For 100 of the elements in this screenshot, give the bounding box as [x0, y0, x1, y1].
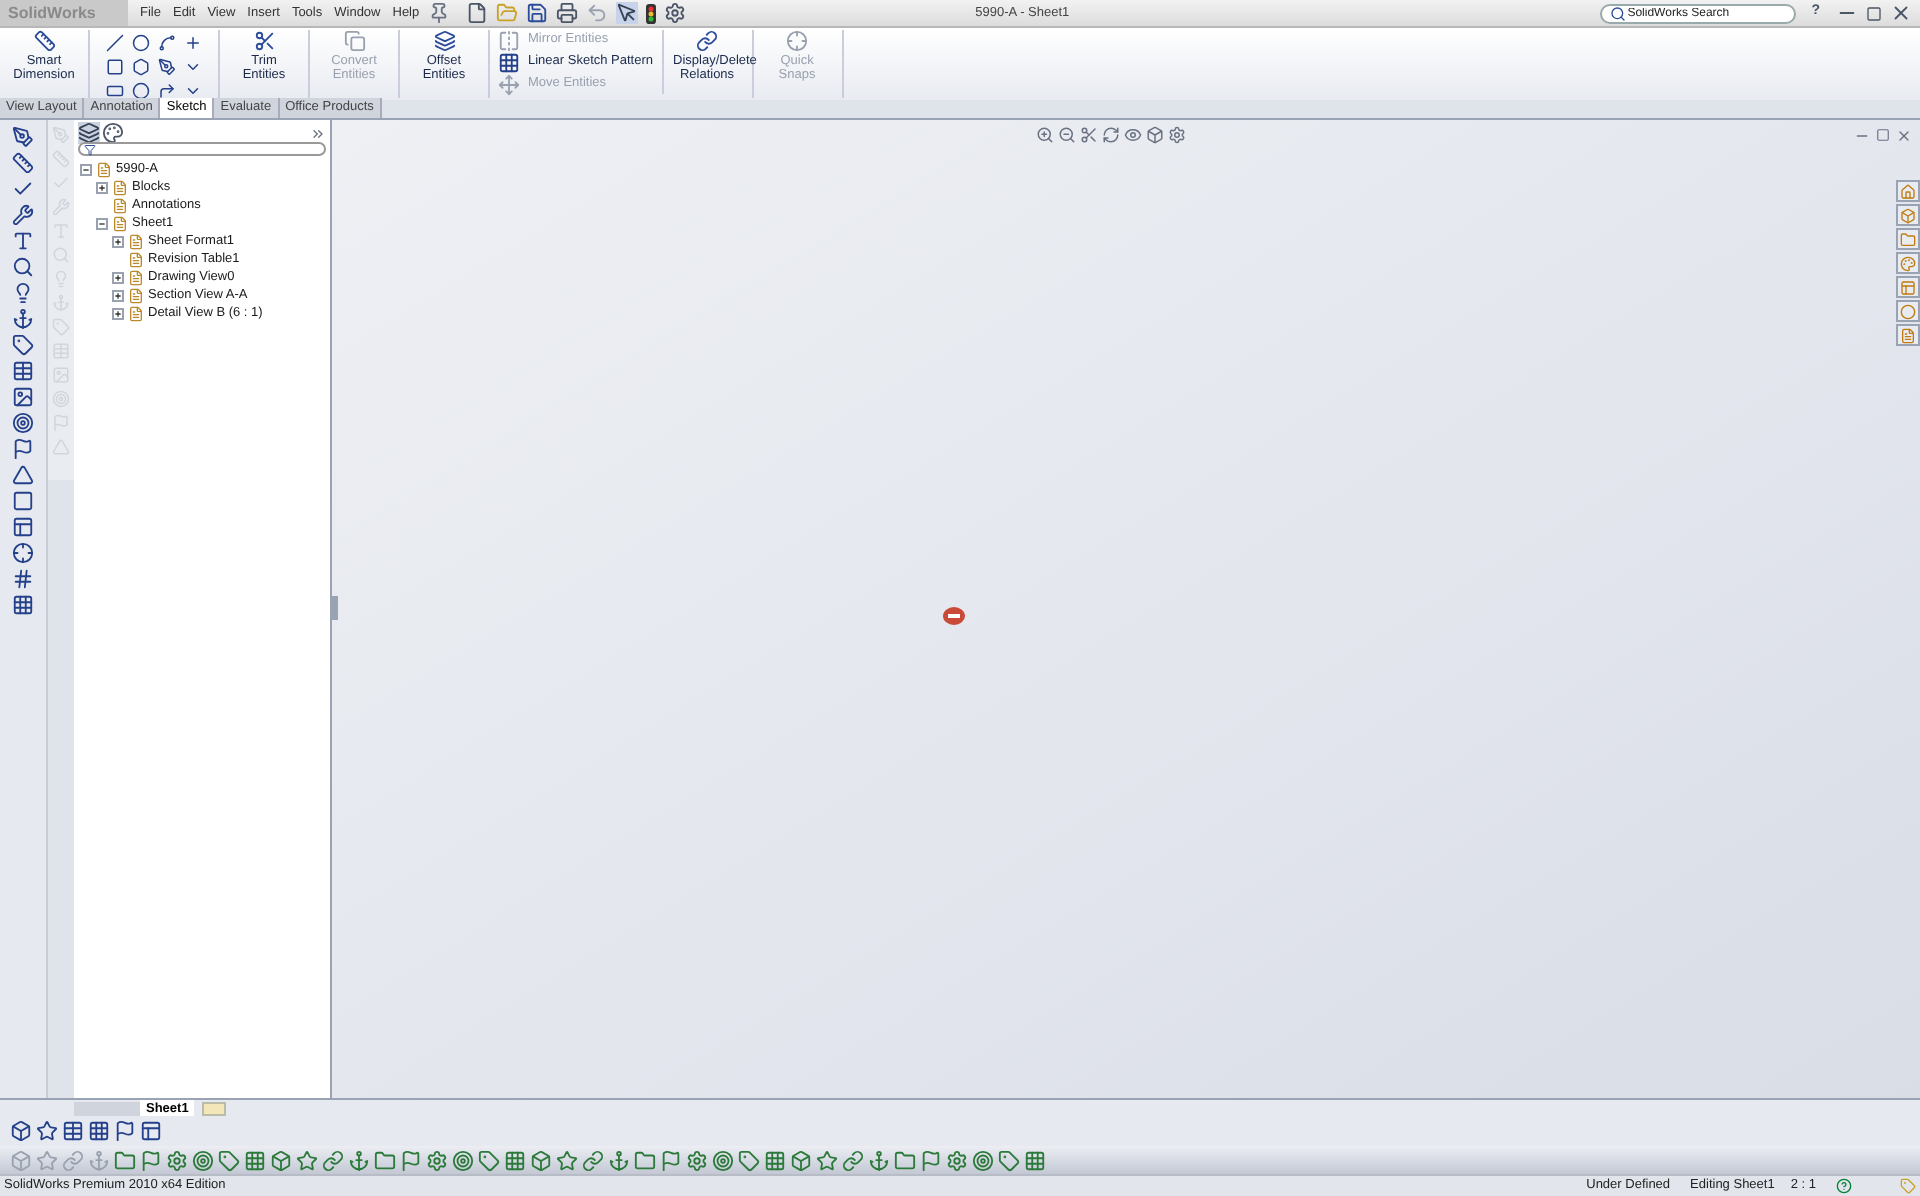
collapse-toggle[interactable]: [95, 217, 107, 229]
cube-icon[interactable]: [530, 1149, 552, 1171]
flag-icon[interactable]: [920, 1149, 942, 1171]
slot-icon[interactable]: [106, 82, 124, 100]
point-icon[interactable]: [184, 34, 202, 52]
expand-panel-icon[interactable]: [310, 125, 326, 141]
magnifier-icon[interactable]: [12, 256, 34, 278]
target-icon[interactable]: [192, 1149, 214, 1171]
cube-icon[interactable]: [10, 1120, 32, 1142]
flag-icon[interactable]: [400, 1149, 422, 1171]
target-icon[interactable]: [452, 1149, 474, 1171]
flag-icon[interactable]: [140, 1149, 162, 1171]
tag-icon[interactable]: [478, 1149, 500, 1171]
grid-icon[interactable]: [1024, 1149, 1046, 1171]
zoom-out-icon[interactable]: [1058, 126, 1076, 144]
task-pane-tab[interactable]: [1896, 180, 1920, 202]
table-icon[interactable]: [12, 360, 34, 382]
cube-icon[interactable]: [1146, 126, 1164, 144]
gear-icon[interactable]: [686, 1149, 708, 1171]
star-icon[interactable]: [816, 1149, 838, 1171]
flag-icon[interactable]: [12, 438, 34, 460]
expand-toggle[interactable]: [111, 289, 123, 301]
anchor-icon[interactable]: [868, 1149, 890, 1171]
gear-icon[interactable]: [663, 2, 686, 24]
tag-icon[interactable]: [738, 1149, 760, 1171]
collapse-toggle[interactable]: [79, 163, 91, 175]
grid-icon[interactable]: [504, 1149, 526, 1171]
polygon-icon[interactable]: [132, 58, 150, 76]
scissors-icon[interactable]: [1080, 126, 1098, 144]
target-icon[interactable]: [712, 1149, 734, 1171]
close-icon[interactable]: [1896, 128, 1912, 144]
task-pane-tab[interactable]: [1896, 228, 1920, 250]
circle-icon[interactable]: [132, 82, 150, 100]
tag-icon[interactable]: [218, 1149, 240, 1171]
cube-icon[interactable]: [790, 1149, 812, 1171]
grid-icon[interactable]: [88, 1120, 110, 1142]
pointer-icon[interactable]: [615, 2, 638, 24]
tag-icon[interactable]: [998, 1149, 1020, 1171]
folder-icon[interactable]: [114, 1149, 136, 1171]
gear-icon[interactable]: [1168, 126, 1186, 144]
help-icon[interactable]: [1836, 1178, 1852, 1194]
undo-icon[interactable]: [585, 2, 608, 24]
link-icon[interactable]: [582, 1149, 604, 1171]
ruler-icon[interactable]: [12, 152, 34, 174]
layout-icon[interactable]: [140, 1120, 162, 1142]
star-icon[interactable]: [36, 1149, 58, 1171]
rectangle-icon[interactable]: [106, 58, 124, 76]
file-icon[interactable]: [465, 2, 488, 24]
traffic-light-icon[interactable]: [645, 3, 656, 23]
text-icon[interactable]: [12, 230, 34, 252]
task-pane-tab[interactable]: [1896, 204, 1920, 226]
tree-tab-icon[interactable]: [78, 122, 100, 144]
pen-icon[interactable]: [158, 58, 176, 76]
grid-icon[interactable]: [244, 1149, 266, 1171]
image-icon[interactable]: [12, 386, 34, 408]
save-icon[interactable]: [525, 2, 548, 24]
task-pane-tab[interactable]: [1896, 252, 1920, 274]
anchor-icon[interactable]: [12, 308, 34, 330]
task-pane-tab[interactable]: [1896, 300, 1920, 322]
crosshair-icon[interactable]: [12, 542, 34, 564]
gear-icon[interactable]: [166, 1149, 188, 1171]
rotate-icon[interactable]: [1102, 126, 1120, 144]
grid-icon[interactable]: [764, 1149, 786, 1171]
link-icon[interactable]: [842, 1149, 864, 1171]
expand-toggle[interactable]: [111, 235, 123, 247]
restore-icon[interactable]: [1866, 5, 1882, 21]
zoom-in-icon[interactable]: [1036, 126, 1054, 144]
gear-icon[interactable]: [946, 1149, 968, 1171]
task-pane-tab[interactable]: [1896, 276, 1920, 298]
spline-icon[interactable]: [158, 34, 176, 52]
circle-icon[interactable]: [132, 34, 150, 52]
line-icon[interactable]: [106, 34, 124, 52]
anchor-icon[interactable]: [348, 1149, 370, 1171]
check-icon[interactable]: [52, 174, 70, 192]
lightbulb-icon[interactable]: [12, 282, 34, 304]
pen-icon[interactable]: [12, 126, 34, 148]
flag-icon[interactable]: [660, 1149, 682, 1171]
table-icon[interactable]: [62, 1120, 84, 1142]
star-icon[interactable]: [36, 1120, 58, 1142]
folder-icon[interactable]: [634, 1149, 656, 1171]
restore-icon[interactable]: [1876, 128, 1890, 142]
eye-icon[interactable]: [1124, 126, 1142, 144]
square-icon[interactable]: [12, 490, 34, 512]
expand-toggle[interactable]: [111, 271, 123, 283]
printer-icon[interactable]: [555, 2, 578, 24]
flag-icon[interactable]: [114, 1120, 136, 1142]
grid-icon[interactable]: [12, 594, 34, 616]
filter-field[interactable]: [78, 142, 326, 156]
hash-icon[interactable]: [12, 568, 34, 590]
pin-icon[interactable]: [427, 2, 450, 24]
link-icon[interactable]: [322, 1149, 344, 1171]
fillet-icon[interactable]: [158, 82, 176, 100]
layout-icon[interactable]: [12, 516, 34, 538]
folder-icon[interactable]: [894, 1149, 916, 1171]
star-icon[interactable]: [556, 1149, 578, 1171]
expand-toggle[interactable]: [95, 181, 107, 193]
star-icon[interactable]: [296, 1149, 318, 1171]
wrench-icon[interactable]: [12, 204, 34, 226]
close-icon[interactable]: [1890, 2, 1912, 24]
target-icon[interactable]: [12, 412, 34, 434]
